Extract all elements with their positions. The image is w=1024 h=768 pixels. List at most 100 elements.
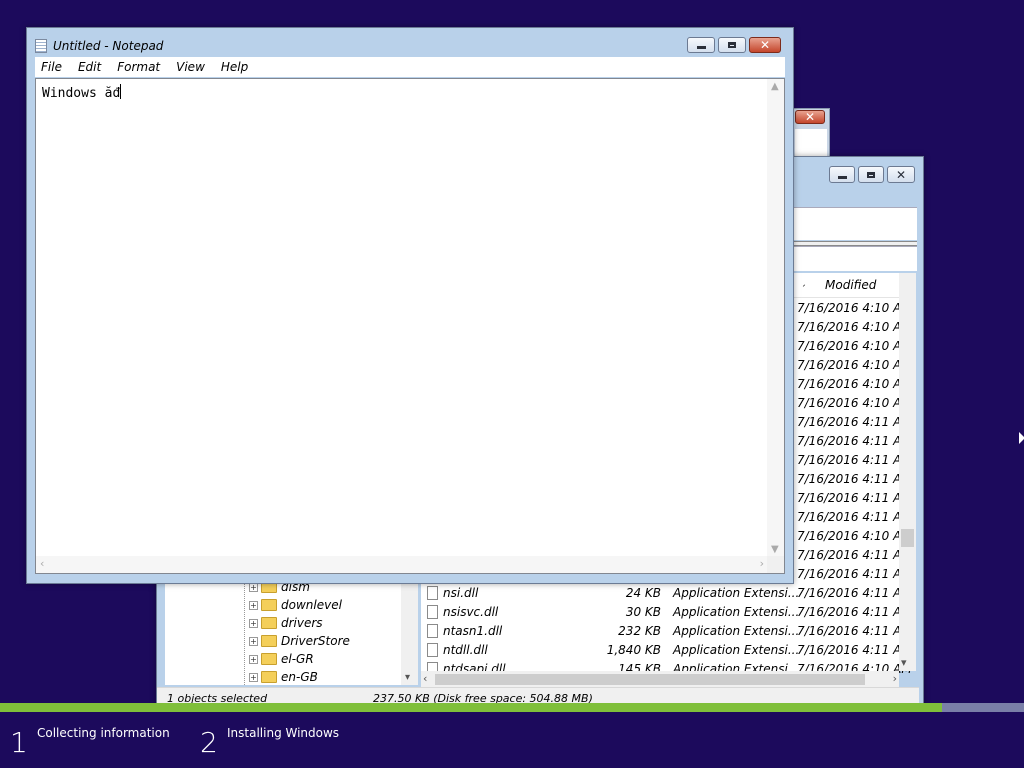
step-number: 1 (10, 726, 28, 759)
file-modified: 7/16/2016 4:11 AM (797, 605, 912, 619)
file-modified: 7/16/2016 4:11 AM (797, 491, 912, 505)
scroll-down-arrow-icon[interactable]: ▼ (771, 544, 779, 555)
explorer-close-button[interactable]: ✕ (887, 166, 915, 183)
setup-progress-fill (0, 703, 943, 712)
minimize-icon (696, 46, 706, 49)
dll-file-icon (427, 586, 438, 600)
file-name: ntasn1.dll (443, 624, 503, 638)
explorer-address-bar[interactable] (793, 246, 917, 271)
file-size: 24 KB (625, 586, 661, 600)
tree-guide-line (244, 581, 246, 685)
expand-icon[interactable]: + (249, 655, 258, 664)
file-size: 1,840 KB (606, 643, 661, 657)
text-caret (120, 84, 122, 99)
notepad-caption-buttons: ✕ (687, 37, 781, 53)
sort-arrow-icon: ˏ (801, 276, 806, 287)
notepad-text-content: Windows ăđ (42, 86, 121, 101)
file-list-vertical-scrollbar[interactable]: ▾ (899, 273, 916, 671)
scroll-left-arrow-icon[interactable]: ‹ (423, 672, 427, 685)
tree-folder-label: el-GR (281, 652, 314, 666)
expand-icon[interactable]: + (249, 601, 258, 610)
notepad-minimize-button[interactable] (687, 37, 715, 53)
expand-icon[interactable]: + (249, 673, 258, 682)
file-list-horizontal-scrollbar[interactable]: ‹ › (421, 671, 899, 688)
vertical-scroll-thumb[interactable] (901, 529, 914, 547)
folder-tree[interactable]: + dism + downlevel + drivers + DriverStore + el-G… (165, 580, 406, 685)
folder-icon (261, 599, 277, 611)
folder-icon (261, 617, 277, 629)
notepad-window: Untitled - Notepad ✕ File Edit Format Vi… (26, 27, 794, 584)
scroll-up-arrow-icon[interactable]: ▲ (771, 81, 779, 92)
file-modified: 7/16/2016 4:10 AM (797, 320, 912, 334)
notepad-text-area[interactable]: Windows ăđ ▲ ▼ ‹ › (35, 78, 785, 574)
scroll-right-arrow-icon[interactable]: › (893, 672, 897, 685)
scroll-down-arrow-icon[interactable]: ▾ (901, 656, 907, 669)
table-row[interactable]: nsi.dll 24 KB Application Extensi... 7/16/2… (421, 584, 912, 603)
notepad-vertical-scrollbar[interactable]: ▲ ▼ (767, 79, 784, 557)
menu-file[interactable]: File (35, 60, 68, 74)
dll-file-icon (427, 643, 438, 657)
horizontal-scroll-thumb[interactable] (435, 674, 865, 685)
explorer-minimize-button[interactable] (829, 166, 855, 183)
background-window-close-button[interactable]: ✕ (795, 110, 825, 124)
step-label: Collecting information (37, 726, 170, 740)
file-size: 232 KB (618, 624, 661, 638)
step-label: Installing Windows (227, 726, 340, 740)
folder-tree-scrollbar[interactable]: ▾ (401, 581, 418, 685)
notepad-horizontal-scrollbar[interactable]: ‹ › (36, 556, 768, 573)
notepad-title-bar[interactable]: Untitled - Notepad (35, 37, 163, 55)
file-modified: 7/16/2016 4:10 AM (797, 377, 912, 391)
file-name: nsisvc.dll (443, 605, 499, 619)
file-type: Application Extensi... (673, 605, 800, 619)
tree-folder-label: DriverStore (281, 634, 350, 648)
notepad-text-line[interactable]: Windows ăđ (42, 84, 122, 101)
file-modified: 7/16/2016 4:10 AM (797, 529, 912, 543)
close-icon: ✕ (804, 110, 816, 124)
folder-icon (261, 671, 277, 683)
file-modified: 7/16/2016 4:11 AM (797, 510, 912, 524)
notepad-maximize-button[interactable] (718, 37, 746, 53)
tree-folder-label: en-GB (281, 670, 318, 684)
scroll-right-arrow-icon[interactable]: › (760, 557, 764, 570)
file-modified: 7/16/2016 4:10 AM (797, 301, 912, 315)
explorer-toolbar (793, 207, 917, 240)
scroll-left-arrow-icon[interactable]: ‹ (40, 557, 44, 570)
file-modified: 7/16/2016 4:11 AM (797, 434, 912, 448)
table-row[interactable]: ntasn1.dll 232 KB Application Extensi... 7/… (421, 622, 912, 641)
tree-folder-label: downlevel (281, 598, 342, 612)
tree-scroll-down-icon[interactable]: ▾ (405, 672, 410, 683)
file-modified: 7/16/2016 4:11 AM (797, 624, 912, 638)
file-modified: 7/16/2016 4:11 AM (797, 415, 912, 429)
explorer-maximize-button[interactable] (858, 166, 884, 183)
file-modified: 7/16/2016 4:11 AM (797, 472, 912, 486)
expand-icon[interactable]: + (249, 619, 258, 628)
notepad-resize-grip[interactable] (767, 556, 784, 573)
close-icon: ✕ (895, 167, 907, 182)
file-modified: 7/16/2016 4:10 AM (797, 396, 912, 410)
step-number: 2 (200, 726, 218, 759)
column-header-modified[interactable]: Modified (825, 278, 876, 292)
setup-progress-bar (0, 703, 1024, 712)
pointer-arrow-icon (1019, 432, 1024, 444)
menu-help[interactable]: Help (215, 60, 254, 74)
menu-format[interactable]: Format (111, 60, 166, 74)
file-type: Application Extensi... (673, 624, 800, 638)
notepad-title: Untitled - Notepad (53, 39, 164, 53)
file-modified: 7/16/2016 4:11 AM (797, 453, 912, 467)
table-row[interactable]: nsisvc.dll 30 KB Application Extensi... 7/1… (421, 603, 912, 622)
expand-icon[interactable]: + (249, 637, 258, 646)
file-modified: 7/16/2016 4:11 AM (797, 586, 912, 600)
table-row[interactable]: ntdll.dll 1,840 KB Application Extensi... 7… (421, 641, 912, 660)
menu-view[interactable]: View (170, 60, 211, 74)
notepad-close-button[interactable]: ✕ (749, 37, 781, 53)
notepad-menu-bar: File Edit Format View Help (35, 57, 785, 77)
file-modified: 7/16/2016 4:11 AM (797, 567, 912, 581)
menu-edit[interactable]: Edit (72, 60, 107, 74)
file-modified: 7/16/2016 4:11 AM (797, 548, 912, 562)
folder-icon (261, 653, 277, 665)
notepad-app-icon (35, 39, 47, 53)
file-modified: 7/16/2016 4:10 AM (797, 358, 912, 372)
minimize-icon (837, 175, 847, 179)
file-modified: 7/16/2016 4:11 AM (797, 643, 912, 657)
expand-icon[interactable]: + (249, 583, 258, 592)
